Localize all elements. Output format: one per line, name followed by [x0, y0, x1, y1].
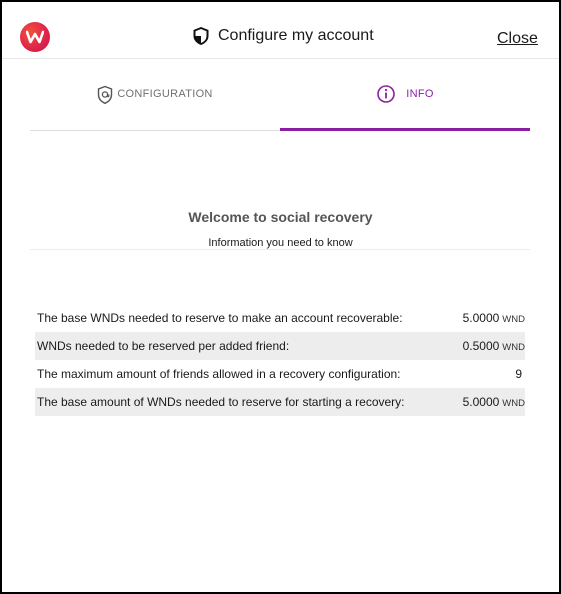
value-amount: 9 — [515, 367, 522, 381]
tab-bar: CONFIGURATION INFO — [30, 78, 530, 131]
info-row-value: 5.0000 WND — [463, 311, 525, 325]
tab-info-label: INFO — [406, 88, 434, 100]
info-row: WNDs needed to be reserved per added fri… — [35, 332, 525, 360]
tab-configuration-label: CONFIGURATION — [117, 88, 213, 100]
active-tab-indicator — [280, 128, 530, 131]
info-row: The maximum amount of friends allowed in… — [35, 360, 525, 388]
dialog-title-text: Configure my account — [218, 27, 374, 44]
value-amount: 5.0000 — [462, 311, 500, 325]
info-row-label: The base WNDs needed to reserve to make … — [37, 311, 403, 325]
configure-account-dialog: Configure my account Close CONFIGURATION… — [0, 0, 561, 594]
shield-icon — [98, 85, 113, 105]
section-title: Welcome to social recovery — [188, 209, 373, 225]
info-row-label: The base amount of WNDs needed to reserv… — [37, 395, 405, 409]
value-unit: WND — [502, 342, 525, 353]
info-table: The base WNDs needed to reserve to make … — [35, 304, 525, 416]
w-logo-icon — [26, 30, 44, 44]
info-row: The base amount of WNDs needed to reserv… — [35, 388, 525, 416]
value-amount: 0.5000 — [462, 339, 500, 353]
value-unit: WND — [502, 398, 525, 409]
info-row-label: The maximum amount of friends allowed in… — [37, 367, 401, 381]
value-amount: 5.0000 — [462, 395, 500, 409]
divider — [30, 249, 530, 250]
tab-info[interactable]: INFO — [280, 78, 530, 130]
info-row: The base WNDs needed to reserve to make … — [35, 304, 525, 332]
dialog-title: Configure my account — [192, 24, 374, 48]
info-row-value: 0.5000 WND — [463, 339, 525, 353]
tab-configuration[interactable]: CONFIGURATION — [30, 78, 280, 130]
value-unit: WND — [502, 314, 525, 325]
close-link[interactable]: Close — [497, 30, 538, 48]
shield-icon — [193, 27, 209, 45]
dialog-header: Configure my account Close — [2, 2, 559, 59]
section-subtitle: Information you need to know — [208, 237, 353, 249]
app-logo — [20, 22, 50, 52]
info-row-label: WNDs needed to be reserved per added fri… — [37, 339, 290, 353]
info-row-value: 9 — [515, 367, 525, 381]
info-icon — [377, 85, 396, 103]
info-row-value: 5.0000 WND — [463, 395, 525, 409]
